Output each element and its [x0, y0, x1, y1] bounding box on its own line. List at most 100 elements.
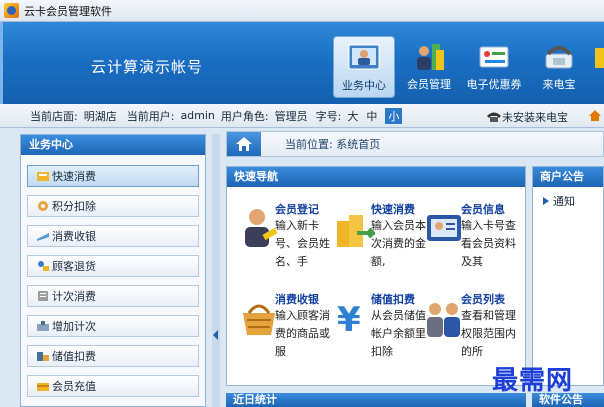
- business-center-icon: [347, 43, 381, 73]
- quick-nav-item-desc: 查看和管理权限范围内的所: [461, 309, 516, 358]
- nav-label: 电子优惠券: [466, 78, 522, 91]
- status-bar: 当前店面: 明湖店 当前用户: admin 用户角色: 管理员 字号: 大 中 …: [0, 104, 604, 128]
- stored-value-deduct-icon: [37, 352, 49, 361]
- member-info-icon: [427, 215, 461, 241]
- font-size-label: 字号:: [315, 109, 342, 123]
- header-banner: 云计算演示帐号 业务中心 会员管理 电子优惠券 来电宝: [0, 22, 604, 104]
- quick-nav-item-title: 会员列表: [461, 293, 505, 306]
- phone-status-text: 未安装来电宝: [502, 111, 568, 124]
- sidebar-item-customer-return[interactable]: 顾客退货: [27, 255, 199, 277]
- quick-nav-member-register[interactable]: 会员登记 输入新卡号、会员姓名、手: [239, 199, 335, 289]
- notice-title: 商户公告: [533, 167, 603, 187]
- window-title: 云卡会员管理软件: [24, 4, 112, 18]
- sidebar-item-label: 消费收银: [52, 230, 96, 243]
- points-deduct-icon: [38, 201, 48, 211]
- customer-return-icon: [38, 261, 49, 271]
- quick-nav-quick-consume[interactable]: 快速消费 输入会员本次消费的金额,: [335, 199, 431, 289]
- current-user: admin: [180, 109, 215, 122]
- quick-nav-item-title: 储值扣费: [371, 293, 415, 306]
- sidebar-item-label: 积分扣除: [52, 200, 96, 213]
- sidebar-item-label: 顾客退货: [52, 260, 96, 273]
- collapse-arrow-icon[interactable]: [213, 330, 219, 340]
- font-size-medium[interactable]: 中: [366, 108, 377, 124]
- sidebar-item-member-recharge[interactable]: 会员充值: [27, 375, 199, 397]
- font-size-large[interactable]: 大: [347, 108, 358, 124]
- more-icon: [593, 42, 604, 72]
- quick-nav-item-desc: 输入会员本次消费的金额,: [371, 219, 426, 268]
- title-bar: 云卡会员管理软件: [0, 0, 604, 22]
- quick-nav-item-desc: 输入顾客消费的商品或服: [275, 309, 330, 358]
- nav-e-coupon[interactable]: 电子优惠券: [463, 36, 525, 98]
- nav-label: 来电宝: [542, 78, 576, 91]
- quick-nav-stored-value-deduct[interactable]: ¥ 储值扣费 从会员储值帐户余额里扣除: [335, 289, 431, 379]
- home-icon: [236, 137, 252, 151]
- sidebar: 业务中心 快速消费 积分扣除 消费收银 顾客退货 计次消费 增加计次 储值扣费 …: [20, 134, 206, 407]
- home-icon[interactable]: [588, 109, 602, 122]
- store-label: 当前店面:: [30, 109, 78, 123]
- quick-nav-title: 快速导航: [227, 167, 525, 187]
- font-size-small[interactable]: 小: [385, 107, 403, 124]
- sidebar-splitter[interactable]: [212, 134, 220, 407]
- recent-stats-panel: 近日统计: [226, 393, 526, 407]
- quick-nav-item-desc: 输入新卡号、会员姓名、手: [275, 219, 330, 268]
- current-role: 管理员: [274, 109, 308, 123]
- shopping-basket-icon: [243, 304, 275, 335]
- nav-business-center[interactable]: 业务中心: [333, 36, 395, 98]
- cashier-icon: [37, 233, 49, 241]
- role-label: 用户角色:: [220, 109, 269, 123]
- quick-nav-item-desc: 输入卡号查看会员资料及其: [461, 219, 516, 268]
- quick-nav-member-info[interactable]: 会员信息 输入卡号查看会员资料及其: [425, 199, 521, 289]
- breadcrumb: 当前位置: 系统首页: [226, 131, 604, 157]
- sidebar-item-label: 增加计次: [52, 320, 96, 333]
- count-consume-icon: [38, 291, 48, 301]
- nav-label: 会员管理: [407, 78, 451, 91]
- nav-more[interactable]: [593, 36, 604, 98]
- quick-consume-coins-icon: [337, 215, 375, 247]
- app-logo-icon: [4, 3, 19, 18]
- phone-status: 未安装来电宝: [486, 109, 574, 125]
- quick-nav-panel: 快速导航 会员登记 输入新卡号、会员姓名、手 快速消费 输入会员本次消费的金额,…: [226, 166, 526, 386]
- sidebar-item-label: 会员充值: [52, 380, 96, 393]
- sidebar-title: 业务中心: [21, 135, 205, 155]
- account-name: 云计算演示帐号: [91, 58, 204, 76]
- sidebar-item-label: 计次消费: [52, 290, 96, 303]
- sidebar-item-add-count[interactable]: 增加计次: [27, 315, 199, 337]
- sidebar-item-points-deduct[interactable]: 积分扣除: [27, 195, 199, 217]
- recent-stats-title: 近日统计: [226, 393, 526, 407]
- notice-item-text: 通知: [553, 195, 575, 208]
- quick-nav-item-desc: 从会员储值帐户余额里扣除: [371, 309, 426, 358]
- quick-consume-icon: [37, 172, 49, 181]
- bullet-arrow-icon: [543, 197, 549, 205]
- quick-nav-item-title: 会员登记: [275, 203, 319, 216]
- telephone-icon: [487, 112, 501, 122]
- notice-item[interactable]: 通知: [533, 187, 603, 209]
- quick-nav-item-title: 会员信息: [461, 203, 505, 216]
- breadcrumb-home[interactable]: [227, 132, 261, 156]
- sidebar-item-stored-value-deduct[interactable]: 储值扣费: [27, 345, 199, 367]
- sidebar-item-count-consume[interactable]: 计次消费: [27, 285, 199, 307]
- quick-nav-item-title: 消费收银: [275, 293, 319, 306]
- sidebar-item-cashier[interactable]: 消费收银: [27, 225, 199, 247]
- sidebar-item-label: 储值扣费: [52, 350, 96, 363]
- nav-label: 业务中心: [342, 79, 386, 92]
- breadcrumb-text: 当前位置: 系统首页: [285, 138, 381, 151]
- quick-nav-item-title: 快速消费: [371, 203, 415, 216]
- member-management-icon: [412, 42, 446, 72]
- member-recharge-icon: [37, 383, 49, 391]
- yen-deduct-icon: ¥: [337, 300, 361, 339]
- quick-nav-cashier[interactable]: 消费收银 输入顾客消费的商品或服: [239, 289, 335, 379]
- add-count-icon: [37, 321, 49, 331]
- user-label: 当前用户:: [126, 109, 175, 123]
- phone-icon: [542, 42, 576, 72]
- current-store: 明湖店: [83, 109, 117, 123]
- member-register-icon: [245, 209, 278, 247]
- notice-panel: 商户公告 通知: [532, 166, 604, 386]
- e-coupon-icon: [477, 42, 511, 72]
- nav-phone[interactable]: 来电宝: [528, 36, 590, 98]
- svg-text:¥: ¥: [337, 300, 361, 339]
- sidebar-item-quick-consume[interactable]: 快速消费: [27, 165, 199, 187]
- nav-member-management[interactable]: 会员管理: [398, 36, 460, 98]
- member-list-icon: [427, 303, 460, 337]
- watermark: 最需网: [492, 366, 574, 396]
- sidebar-item-label: 快速消费: [52, 170, 96, 183]
